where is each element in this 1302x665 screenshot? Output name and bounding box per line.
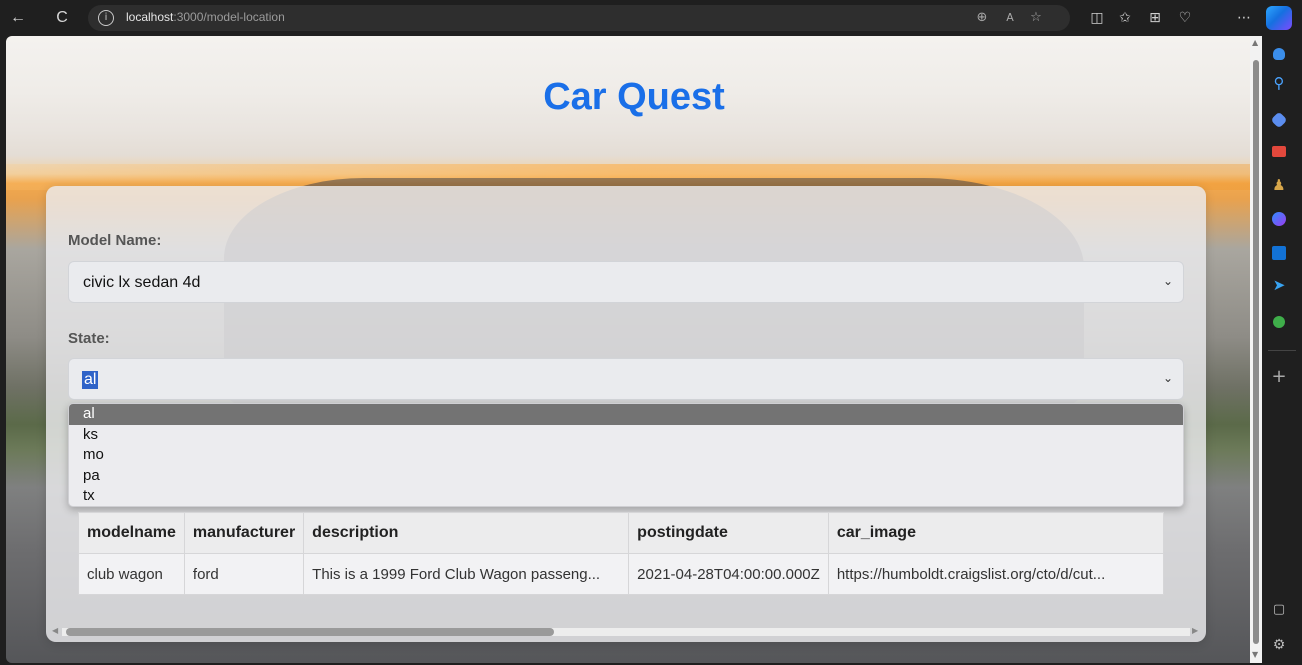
table-cell: This is a 1999 Ford Club Wagon passeng..… (303, 553, 630, 595)
url-text: localhost:3000/model-location (126, 10, 285, 24)
microsoft-365-icon[interactable] (1272, 212, 1286, 226)
state-value: al (82, 371, 99, 389)
scroll-right-icon[interactable]: ▶ (1192, 626, 1198, 635)
state-option[interactable]: pa (69, 466, 1183, 487)
tree-icon[interactable] (1273, 316, 1285, 328)
tools-icon[interactable] (1272, 146, 1286, 157)
edge-sidebar: ⚲ ♟ ➤ + ▢ ⚙ (1262, 36, 1302, 665)
state-option[interactable]: tx (69, 486, 1183, 506)
table-cell: ford (183, 553, 305, 595)
copilot-icon[interactable] (1266, 6, 1292, 30)
column-header: manufacturer (183, 512, 305, 554)
favorites-icon[interactable]: ✩ (1113, 6, 1137, 30)
scroll-left-icon[interactable]: ◀ (52, 626, 58, 635)
table-cell: 2021-04-28T04:00:00.000Z (628, 553, 829, 595)
sidebar-divider (1268, 350, 1296, 351)
games-icon[interactable]: ♟ (1267, 176, 1291, 194)
state-option[interactable]: al (69, 404, 1183, 425)
state-label: State: (68, 330, 110, 347)
table-cell: https://humboldt.craigslist.org/cto/d/cu… (827, 553, 1164, 595)
read-aloud-icon[interactable]: A (1000, 8, 1020, 28)
refresh-icon[interactable]: C (50, 6, 74, 30)
state-select[interactable]: al ⌄ (68, 358, 1184, 400)
state-option[interactable]: mo (69, 445, 1183, 466)
browser-essentials-icon[interactable]: ♡ (1173, 6, 1197, 30)
results-table-container[interactable]: modelname manufacturer description posti… (78, 512, 1198, 604)
scrollbar-thumb[interactable] (66, 628, 554, 636)
column-header: postingdate (628, 512, 829, 554)
model-name-select[interactable]: civic lx sedan 4d ⌄ (68, 261, 1184, 303)
outlook-icon[interactable] (1272, 246, 1286, 260)
scroll-up-icon[interactable]: ▲ (1252, 38, 1258, 47)
column-header: description (303, 512, 630, 554)
address-bar[interactable]: i localhost:3000/model-location ⊕ A ☆ (88, 5, 1070, 31)
page-viewport: Car Quest Model Name: civic lx sedan 4d … (6, 36, 1262, 663)
model-name-label: Model Name: (68, 232, 162, 249)
chevron-down-icon: ⌄ (1162, 371, 1173, 385)
search-icon[interactable]: ⚲ (1267, 74, 1291, 92)
site-info-icon[interactable]: i (98, 10, 114, 26)
horizontal-scrollbar[interactable]: ◀ ▶ (52, 626, 1200, 638)
column-header: modelname (78, 512, 185, 554)
zoom-icon[interactable]: ⊕ (972, 8, 992, 28)
table-header-row: modelname manufacturer description posti… (78, 512, 1164, 554)
shopping-tag-icon[interactable] (1270, 111, 1288, 129)
chevron-down-icon: ⌄ (1162, 274, 1173, 288)
drop-icon[interactable]: ➤ (1267, 276, 1291, 294)
add-sidebar-app-icon[interactable]: + (1267, 366, 1291, 387)
state-dropdown-list: al ks mo pa tx (68, 403, 1184, 507)
browser-toolbar: ← C i localhost:3000/model-location ⊕ A … (0, 0, 1302, 36)
notifications-icon[interactable] (1273, 48, 1285, 60)
table-row: club wagon ford This is a 1999 Ford Club… (78, 553, 1164, 595)
page-title: Car Quest (543, 76, 725, 118)
back-icon[interactable]: ← (6, 6, 30, 30)
favorite-star-icon[interactable]: ☆ (1026, 8, 1046, 28)
split-screen-icon[interactable]: ◫ (1085, 6, 1109, 30)
scroll-down-icon[interactable]: ▼ (1252, 650, 1258, 659)
search-card: Model Name: civic lx sedan 4d ⌄ State: a… (46, 186, 1206, 642)
more-menu-icon[interactable]: ⋯ (1232, 6, 1256, 30)
column-header: car_image (827, 512, 1164, 554)
results-table: modelname manufacturer description posti… (78, 512, 1164, 595)
table-cell: club wagon (78, 553, 185, 595)
model-name-value: civic lx sedan 4d (83, 274, 201, 291)
state-option[interactable]: ks (69, 425, 1183, 446)
sidebar-layout-icon[interactable]: ▢ (1267, 602, 1291, 617)
collections-icon[interactable]: ⊞ (1143, 6, 1167, 30)
vertical-scrollbar[interactable]: ▲ ▼ (1250, 36, 1262, 663)
settings-gear-icon[interactable]: ⚙ (1267, 637, 1291, 653)
scrollbar-thumb[interactable] (1253, 60, 1259, 644)
